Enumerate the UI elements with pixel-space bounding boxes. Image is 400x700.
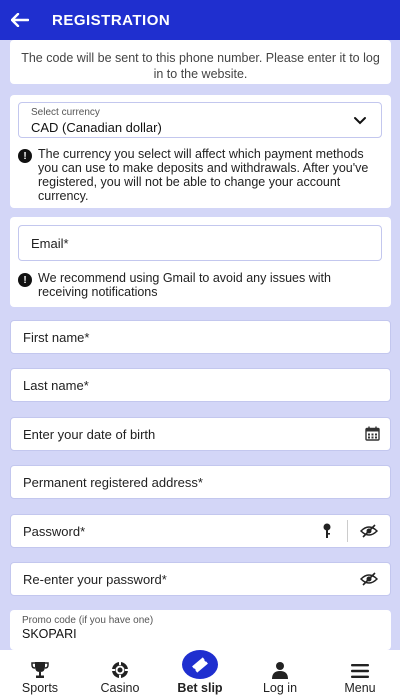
password-label: Password* [23, 524, 86, 539]
key-icon[interactable] [322, 523, 332, 539]
last-name-field[interactable]: Last name* [10, 368, 391, 402]
last-name-label: Last name* [23, 378, 89, 393]
hamburger-menu-icon [351, 664, 369, 678]
password-field[interactable]: Password* [10, 514, 391, 548]
nav-menu-label: Menu [344, 681, 376, 695]
bet-slip-badge [182, 650, 218, 679]
email-info-text: We recommend using Gmail to avoid any is… [38, 271, 331, 299]
nav-sports-label: Sports [21, 681, 59, 695]
email-card: Email* ! We recommend using Gmail to avo… [10, 217, 391, 307]
nav-bet-slip-label: Bet slip [177, 681, 223, 695]
promo-code-field[interactable]: Promo code (if you have one) SKOPARI [10, 610, 391, 650]
address-field[interactable]: Permanent registered address* [10, 465, 391, 499]
eye-hidden-icon[interactable] [360, 524, 378, 538]
field-divider [347, 520, 348, 542]
calendar-icon[interactable] [365, 426, 380, 441]
page-title: REGISTRATION [52, 11, 171, 29]
nav-log-in-label: Log in [262, 681, 298, 695]
date-of-birth-field[interactable]: Enter your date of birth [10, 417, 391, 451]
currency-select-value: CAD (Canadian dollar) [31, 120, 162, 135]
date-of-birth-label: Enter your date of birth [23, 427, 156, 442]
casino-chip-icon [112, 662, 128, 678]
info-icon: ! [18, 149, 32, 163]
eye-hidden-icon[interactable] [360, 572, 378, 586]
nav-sports[interactable]: Sports [0, 650, 80, 700]
nav-casino[interactable]: Casino [80, 650, 160, 700]
ticket-icon [192, 656, 208, 673]
first-name-field[interactable]: First name* [10, 320, 391, 354]
chevron-down-icon [354, 117, 366, 125]
bottom-navigation: Sports Casino Bet slip Log in Menu [0, 650, 400, 700]
address-label: Permanent registered address* [23, 475, 203, 490]
currency-select-label: Select currency [31, 107, 100, 118]
back-button[interactable] [0, 0, 40, 40]
registration-form: The code will be sent to this phone numb… [0, 40, 400, 650]
currency-select[interactable]: Select currency CAD (Canadian dollar) [18, 102, 382, 138]
user-icon [272, 662, 288, 679]
promo-code-label: Promo code (if you have one) [22, 615, 154, 626]
password-repeat-label: Re-enter your password* [23, 572, 167, 587]
currency-card: Select currency CAD (Canadian dollar) ! … [10, 95, 391, 208]
currency-info-text: The currency you select will affect whic… [38, 147, 369, 203]
nav-menu[interactable]: Menu [320, 650, 400, 700]
email-field-label: Email* [31, 236, 69, 251]
first-name-label: First name* [23, 330, 90, 345]
top-bar: REGISTRATION [0, 0, 400, 40]
nav-bet-slip[interactable]: Bet slip [160, 650, 240, 700]
nav-casino-label: Casino [100, 681, 140, 695]
nav-log-in[interactable]: Log in [240, 650, 320, 700]
email-field[interactable]: Email* [18, 225, 382, 261]
trophy-icon [31, 662, 49, 678]
promo-code-value: SKOPARI [22, 627, 77, 641]
email-info: ! We recommend using Gmail to avoid any … [18, 271, 383, 299]
info-icon: ! [18, 273, 32, 287]
password-repeat-field[interactable]: Re-enter your password* [10, 562, 391, 596]
arrow-left-icon [11, 13, 29, 27]
phone-note-text: The code will be sent to this phone numb… [21, 51, 380, 81]
currency-info: ! The currency you select will affect wh… [18, 147, 383, 203]
phone-note-card: The code will be sent to this phone numb… [10, 40, 391, 84]
